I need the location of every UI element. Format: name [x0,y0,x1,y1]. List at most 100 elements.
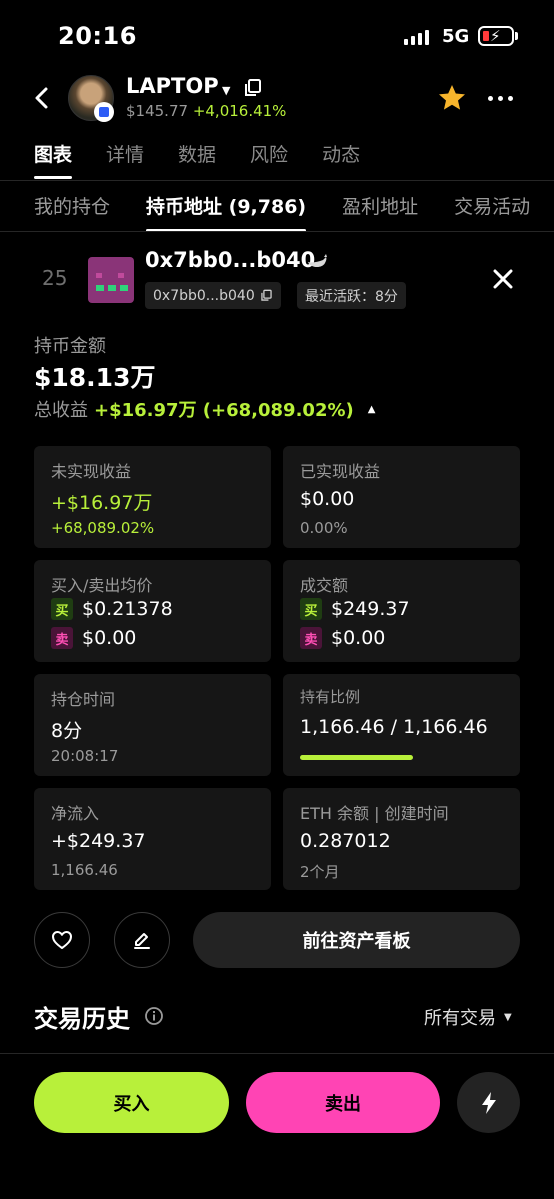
battery-tip [515,32,518,40]
subtab-my-position[interactable]: 我的持仓 [34,192,110,232]
sell-button[interactable]: 卖出 [246,1072,440,1133]
sell-tag: 卖 [300,627,322,649]
lightning-icon [481,1091,496,1114]
tab-details[interactable]: 详情 [106,140,144,180]
hold-ratio-bar [300,755,413,760]
card-avg-price: 买入/卖出均价 买 $0.21378 卖 $0.00 [34,560,271,662]
card-eth-balance: ETH 余额 | 创建时间 0.287012 2个月 [283,788,520,890]
asset-dashboard-button[interactable]: 前往资产看板 [193,912,520,968]
card-value: $0.00 [300,488,355,510]
tab-chart[interactable]: 图表 [34,140,73,180]
card-label: 已实现收益 [300,462,381,481]
card-label: 买入/卖出均价 [51,576,153,595]
total-pnl-row[interactable]: 总收益 +$16.97万 (+68,089.02%) ▲ [34,396,375,422]
chain-badge-icon [94,102,114,122]
last-active-chip: 最近活跃：8分 [297,282,406,309]
card-value: 8分 [51,720,83,742]
edit-button[interactable] [114,912,170,968]
subtab-trade-activity[interactable]: 交易活动 [454,192,530,232]
trade-filter-label: 所有交易 [424,1008,496,1029]
tab-data[interactable]: 数据 [178,140,216,180]
card-unrealized-pnl: 未实现收益 +$16.97万 +68,089.02% [34,446,271,548]
card-label: ETH 余额 | 创建时间 [300,804,449,823]
token-name[interactable]: LAPTOP [126,74,219,98]
divider [0,1053,554,1054]
divider [0,231,554,232]
card-value: +$16.97万 [51,492,153,514]
card-value: +$249.37 [51,830,146,852]
tab-risk[interactable]: 风险 [250,140,288,180]
caret-up-icon[interactable]: ▲ [368,404,376,415]
holding-amount-label: 持币金额 [34,336,106,357]
card-hold-time: 持仓时间 8分 20:08:17 [34,674,271,776]
signal-icon [404,29,429,45]
tab-activity[interactable]: 动态 [322,140,360,180]
pencil-icon [134,933,150,949]
status-bar: 20:16 5G ⚡ [0,0,554,72]
avg-sell-row: 卖 $0.00 [51,627,136,649]
card-value: 1,166.46 / 1,166.46 [300,716,488,738]
follow-button[interactable] [34,912,90,968]
avg-buy-row: 买 $0.21378 [51,598,173,620]
trade-filter-dropdown[interactable]: 所有交易 ▼ [424,1004,512,1030]
holder-rank: 25 [42,266,68,290]
back-icon[interactable] [30,84,54,112]
divider [0,180,554,181]
chevron-down-icon: ▼ [504,1011,512,1023]
card-sub: 2个月 [300,863,340,881]
buy-button[interactable]: 买入 [34,1072,229,1133]
copy-icon[interactable] [260,289,273,302]
volume-sell-row: 卖 $0.00 [300,627,385,649]
buy-tag: 买 [51,598,73,620]
card-value: 0.287012 [300,830,391,852]
info-icon[interactable] [144,1006,164,1026]
card-sub: 20:08:17 [51,747,119,765]
card-label: 持仓时间 [51,690,116,709]
card-sub: 1,166.46 [51,861,118,879]
volume-buy-row: 买 $249.37 [300,598,410,620]
card-sub: +68,089.02% [51,519,155,537]
card-realized-pnl: 已实现收益 $0.00 0.00% [283,446,520,548]
volume-sell-value: $0.00 [331,627,386,649]
favorite-star-icon[interactable] [436,82,468,114]
card-sub: 0.00% [300,519,348,537]
address-chip-text: 0x7bb0...b040 [153,287,255,304]
subtab-holders[interactable]: 持币地址 (9,786) [146,192,307,232]
card-hold-ratio: 持有比例 1,166.46 / 1,166.46 [283,674,520,776]
status-time: 20:16 [58,22,137,50]
address-chip[interactable]: 0x7bb0...b040 [145,282,281,309]
holder-address[interactable]: 0x7bb0...b040 [145,248,315,272]
sell-tag: 卖 [51,627,73,649]
total-pnl-value: +$16.97万 (+68,089.02%) [94,400,354,421]
battery-icon: ⚡ [478,26,514,46]
holder-avatar [88,257,134,303]
card-net-inflow: 净流入 +$249.37 1,166.46 [34,788,271,890]
card-label: 净流入 [51,804,100,823]
card-label: 成交额 [300,576,349,595]
holding-amount-value: $18.13万 [34,363,156,392]
subtab-profitable[interactable]: 盈利地址 [342,192,418,232]
copy-icon[interactable] [243,78,263,98]
card-label: 未实现收益 [51,462,132,481]
close-icon[interactable] [490,266,516,292]
card-label: 持有比例 [300,688,361,706]
avg-buy-value: $0.21378 [82,598,173,620]
token-price-row: $145.77 +4,016.41% [126,102,286,120]
trade-history-title: 交易历史 [34,1005,130,1033]
volume-buy-value: $249.37 [331,598,410,620]
token-price: $145.77 [126,102,189,120]
avg-sell-value: $0.00 [82,627,137,649]
token-dropdown-icon[interactable]: ▼ [222,84,230,97]
sub-tabs: 我的持仓 持币地址 (9,786) 盈利地址 交易活动 [34,192,554,232]
heart-icon [52,931,72,949]
network-type: 5G [442,26,470,47]
whale-icon [308,254,327,268]
card-volume: 成交额 买 $249.37 卖 $0.00 [283,560,520,662]
main-tabs: 图表 详情 数据 风险 动态 [34,140,394,180]
total-pnl-label: 总收益 [34,400,88,421]
buy-tag: 买 [300,598,322,620]
quick-trade-button[interactable] [457,1072,520,1133]
token-change: +4,016.41% [192,102,287,120]
more-icon[interactable] [488,96,513,101]
token-header: LAPTOP ▼ $145.77 +4,016.41% [0,72,554,128]
